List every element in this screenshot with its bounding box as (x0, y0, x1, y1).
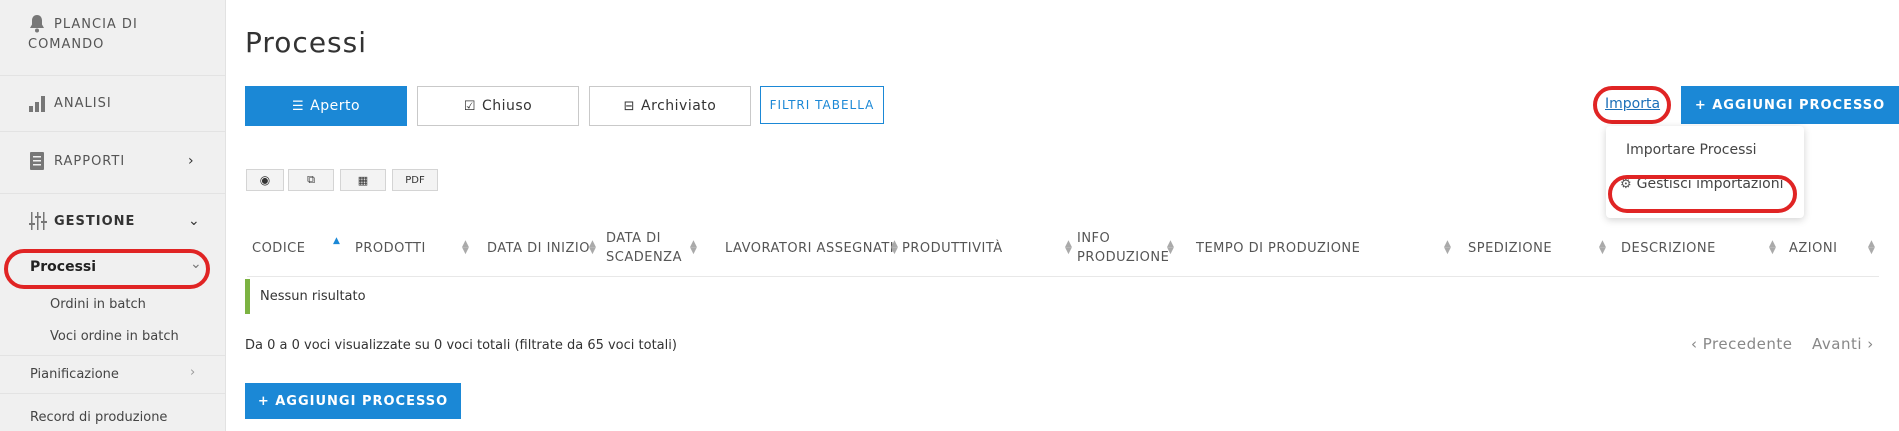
nav-reports-label: RAPPORTI (54, 153, 126, 169)
divider (0, 393, 225, 394)
page-title: Processi (245, 26, 367, 59)
table-header-divider (247, 276, 1879, 277)
column-visibility-button[interactable]: ◉ (246, 169, 284, 191)
nav-management-label: GESTIONE (54, 213, 136, 229)
tab-closed-label: Chiuso (481, 98, 533, 114)
nav-management[interactable]: GESTIONE ⌄ (28, 211, 200, 231)
column-header-products[interactable]: PRODOTTI (355, 239, 426, 258)
table-icon: ▦ (357, 173, 369, 187)
pagination-previous[interactable]: ‹ Precedente (1691, 335, 1792, 353)
column-header-due-date[interactable]: DATA DI SCADENZA (606, 229, 682, 267)
nav-planning[interactable]: Pianificazione (30, 367, 119, 382)
sort-icon: ▲ ▼ (1868, 239, 1875, 256)
sort-asc-icon: ▲ (333, 236, 340, 246)
copy-button[interactable]: ⧉ (288, 169, 334, 191)
nav-dashboard-label-2: COMANDO (28, 37, 105, 52)
nav-dashboard[interactable]: PLANCIA DI (28, 14, 138, 34)
highlight-ring-import (1593, 86, 1671, 124)
highlight-ring-manage-imports (1608, 175, 1797, 213)
add-process-button-bottom[interactable]: + AGGIUNGI PROCESSO (245, 383, 461, 419)
divider (0, 75, 225, 76)
nav-analytics-label: ANALISI (54, 95, 112, 111)
nav-reports[interactable]: RAPPORTI › (28, 151, 194, 171)
highlight-ring-processes (4, 249, 210, 289)
inbox-icon: ⊟ (623, 98, 636, 114)
sort-icon: ▲ ▼ (1065, 239, 1072, 256)
nav-dashboard-label-1: PLANCIA DI (54, 16, 138, 32)
sidebar: PLANCIA DI COMANDO ANALISI RAPPORTI › GE… (0, 0, 226, 431)
pdf-button[interactable]: PDF (392, 169, 438, 191)
main-content: Processi ☰ Aperto ☑ Chiuso ⊟ Archiviato … (225, 0, 1899, 431)
column-header-due-date-line1: DATA DI (606, 231, 661, 246)
table-info: Da 0 a 0 voci visualizzate su 0 voci tot… (245, 338, 677, 353)
tab-closed[interactable]: ☑ Chiuso (417, 86, 579, 126)
sort-icon: ▲ ▼ (462, 239, 469, 256)
tab-open[interactable]: ☰ Aperto (245, 86, 407, 126)
menu-item-import-processes[interactable]: Importare Processi (1626, 142, 1757, 158)
excel-button[interactable]: ▦ (340, 169, 386, 191)
column-header-code[interactable]: CODICE (252, 239, 305, 258)
divider (0, 193, 225, 194)
nav-batch-order-items[interactable]: Voci ordine in batch (50, 329, 179, 344)
sort-icon: ▲ ▼ (1167, 239, 1174, 256)
nav-production-record[interactable]: Record di produzione (30, 410, 167, 425)
nav-batch-orders[interactable]: Ordini in batch (50, 297, 146, 312)
divider (0, 355, 225, 356)
chevron-right-icon: › (188, 153, 195, 169)
column-header-production-info-line1: INFO (1077, 231, 1111, 246)
sort-icon: ▲ ▼ (1444, 239, 1451, 256)
column-header-shipping[interactable]: SPEDIZIONE (1468, 239, 1552, 258)
copy-icon: ⧉ (307, 173, 315, 186)
divider (0, 131, 225, 132)
eye-icon: ◉ (259, 173, 271, 187)
bell-icon (28, 14, 50, 34)
table-filters-button[interactable]: FILTRI TABELLA (760, 86, 884, 124)
column-header-description[interactable]: DESCRIZIONE (1621, 239, 1716, 258)
tab-open-label: Aperto (310, 98, 361, 114)
empty-message: Nessun risultato (260, 289, 366, 304)
sort-icon: ▲ ▼ (589, 239, 596, 256)
pagination-next[interactable]: Avanti › (1812, 335, 1874, 353)
chevron-right-icon: › (190, 365, 196, 380)
column-header-assigned-workers[interactable]: LAVORATORI ASSEGNATI (725, 239, 894, 258)
sliders-icon (28, 211, 50, 231)
chevron-down-icon: ⌄ (188, 213, 201, 229)
tab-archived-label: Archiviato (641, 98, 717, 114)
column-header-start-date[interactable]: DATA DI INIZIO (487, 239, 590, 258)
sort-icon: ▲ ▼ (1599, 239, 1606, 256)
table-empty-row: Nessun risultato (245, 279, 1845, 314)
sort-icon: ▲ ▼ (690, 239, 697, 256)
list-icon: ☰ (291, 98, 305, 114)
column-header-production-time[interactable]: TEMPO DI PRODUZIONE (1196, 239, 1360, 258)
column-header-actions[interactable]: AZIONI (1789, 239, 1837, 258)
nav-dashboard-line2[interactable]: COMANDO (28, 37, 104, 52)
sort-icon: ▲ ▼ (1769, 239, 1776, 256)
add-process-button-top[interactable]: + AGGIUNGI PROCESSO (1681, 86, 1899, 124)
column-header-productivity[interactable]: PRODUTTIVITÀ (902, 239, 1003, 258)
column-header-production-info-line2: PRODUZIONE (1077, 250, 1170, 265)
document-icon (28, 151, 50, 171)
nav-analytics[interactable]: ANALISI (28, 93, 112, 113)
column-header-production-info[interactable]: INFO PRODUZIONE (1077, 229, 1169, 267)
bar-chart-icon (28, 93, 50, 113)
column-header-due-date-line2: SCADENZA (606, 250, 682, 265)
sort-icon: ▲ ▼ (891, 239, 898, 256)
tab-archived[interactable]: ⊟ Archiviato (589, 86, 751, 126)
checkbox-icon: ☑ (463, 98, 476, 114)
